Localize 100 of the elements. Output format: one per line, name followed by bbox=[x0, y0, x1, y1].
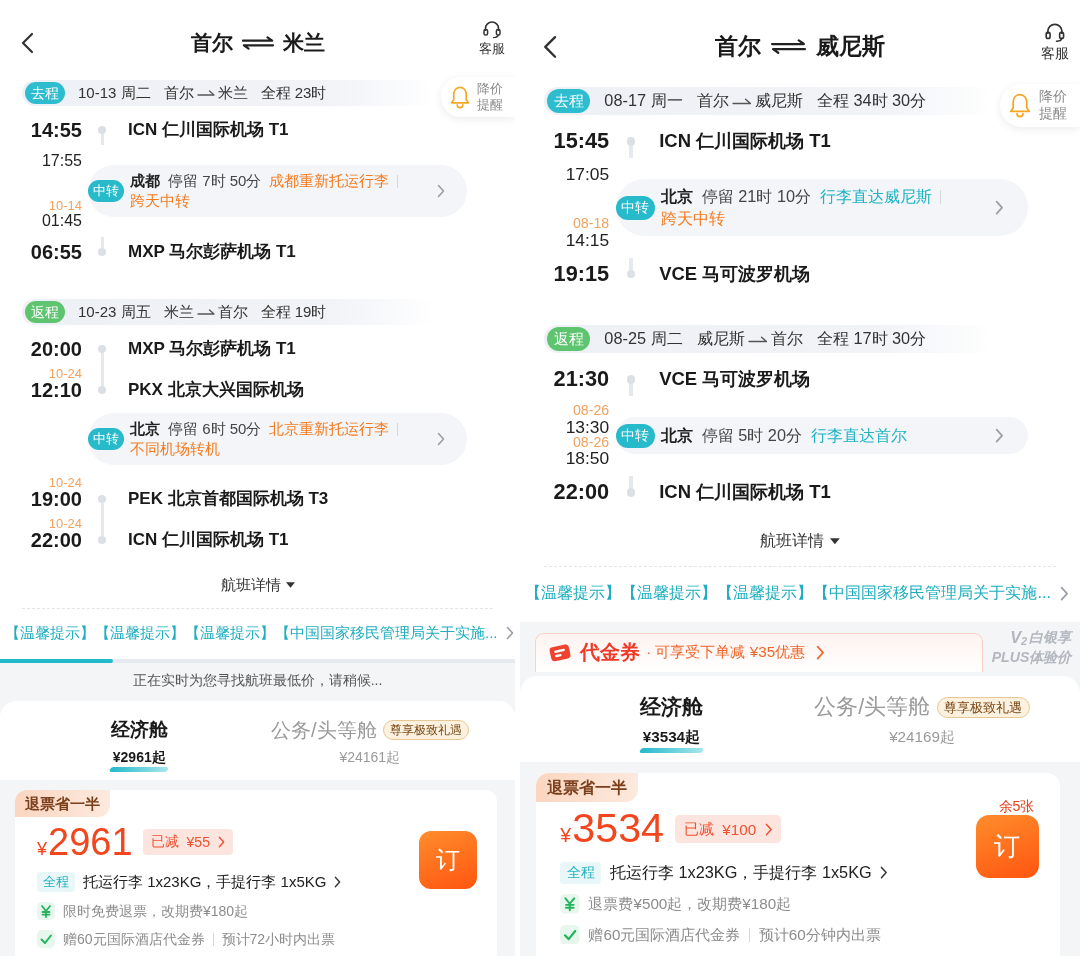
baggage-allowance-link[interactable]: 全程 托运行李 1x23KG，手提行李 1x5KG bbox=[560, 860, 888, 885]
transfer-note: 行李直达威尼斯 bbox=[819, 185, 932, 207]
bell-icon bbox=[1008, 92, 1033, 119]
tab-indicator bbox=[638, 747, 704, 754]
airport-name: MXP 马尔彭萨机场 T1 bbox=[127, 338, 296, 360]
timeline-dot-icon bbox=[626, 137, 636, 146]
destination-city-title: 米兰 bbox=[282, 30, 325, 56]
date-label: 10-24 bbox=[48, 518, 82, 530]
flight-time: 22:00 bbox=[30, 529, 82, 551]
leg-duration: 全程 19时 bbox=[260, 302, 327, 322]
airport-name: ICN 仁川国际机场 T1 bbox=[658, 480, 831, 505]
leg-date: 10-13 周二 bbox=[78, 83, 151, 103]
transfer-note: 成都重新托运行李 bbox=[269, 171, 390, 191]
date-label: 10-24 bbox=[48, 368, 82, 380]
timeline-dot-icon bbox=[98, 386, 106, 394]
transfer-city: 北京 bbox=[661, 185, 694, 207]
transfer-note: 跨天中转 bbox=[130, 191, 190, 211]
caret-down-icon bbox=[829, 538, 840, 545]
chevron-right-icon bbox=[505, 626, 514, 640]
flight-time: 14:55 bbox=[30, 119, 82, 141]
transfer-card[interactable]: 中转 北京 停留 5时 20分 行李直达首尔 bbox=[615, 417, 1028, 455]
transfer-note: 跨天中转 bbox=[661, 207, 726, 229]
cabin-tab[interactable]: 经济舱 ¥3534起 bbox=[639, 693, 703, 754]
transfer-badge: 中转 bbox=[615, 423, 655, 448]
loading-message: 正在实时为您寻找航班最低价，请稍候... bbox=[132, 671, 383, 689]
price-alert-button[interactable]: 降价提醒 bbox=[441, 77, 515, 117]
transfer-city: 北京 bbox=[130, 419, 160, 439]
check-icon bbox=[560, 924, 580, 945]
chevron-right-icon bbox=[1059, 585, 1069, 601]
back-icon[interactable] bbox=[541, 34, 557, 59]
origin-city-title: 首尔 bbox=[715, 32, 762, 62]
timeline-dot-icon bbox=[626, 375, 636, 384]
flight-time: 20:00 bbox=[30, 338, 82, 360]
transfer-card[interactable]: 中转 北京 停留 21时 10分 行李直达威尼斯 跨天中转 bbox=[615, 179, 1028, 236]
route-destination: 首尔 bbox=[770, 328, 803, 350]
leg-date: 08-17 周一 bbox=[604, 90, 683, 112]
member-level-text: 白银享 bbox=[1029, 628, 1072, 648]
perk-text: 赠60元国际酒店代金券 bbox=[63, 930, 205, 949]
perk-text: 赠60元国际酒店代金券 bbox=[588, 924, 741, 945]
flight-time: 22:00 bbox=[553, 480, 610, 505]
perk-text: 预计72小时内出票 bbox=[221, 930, 336, 949]
route-destination: 米兰 bbox=[217, 83, 248, 103]
perk-text: 退票费¥500起，改期费¥180起 bbox=[588, 894, 792, 915]
timeline-dot-icon bbox=[98, 248, 106, 256]
route-destination: 首尔 bbox=[217, 302, 248, 322]
flight-details-toggle[interactable]: 航班详情 bbox=[760, 530, 840, 553]
leg-tag: 去程 bbox=[25, 82, 65, 104]
flight-time: 21:30 bbox=[553, 367, 610, 392]
perk-text: 限时免费退票，改期费¥180起 bbox=[63, 902, 249, 921]
transfer-card[interactable]: 中转 北京 停留 6时 50分 北京重新托运行李 不同机场转机 bbox=[88, 413, 467, 465]
cabin-tab[interactable]: 公务/头等舱 尊享极致礼遇 ¥24161起 bbox=[270, 717, 469, 772]
leg-duration: 全程 17时 30分 bbox=[816, 328, 927, 350]
airport-name: ICN 仁川国际机场 T1 bbox=[658, 129, 831, 154]
back-icon[interactable] bbox=[20, 32, 34, 54]
customer-service-button[interactable]: 客服 bbox=[479, 19, 505, 57]
leg-date: 08-25 周二 bbox=[604, 328, 683, 350]
transfer-note: 行李直达首尔 bbox=[810, 425, 907, 446]
route-origin: 威尼斯 bbox=[696, 328, 745, 350]
timeline-dot-icon bbox=[98, 345, 106, 353]
transfer-card[interactable]: 中转 成都 停留 7时 50分 成都重新托运行李 跨天中转 bbox=[88, 165, 467, 217]
layover-duration: 停留 21时 10分 bbox=[701, 185, 812, 207]
price-alert-button[interactable]: 降价提醒 bbox=[999, 83, 1080, 128]
airport-name: MXP 马尔彭萨机场 T1 bbox=[127, 241, 296, 263]
cabin-tab[interactable]: 经济舱 ¥2961起 bbox=[110, 717, 169, 772]
headset-icon bbox=[482, 19, 502, 39]
chevron-right-icon bbox=[995, 428, 1004, 444]
transfer-note: 不同机场转机 bbox=[130, 439, 220, 459]
route-origin: 首尔 bbox=[163, 83, 194, 103]
departure-time: 14:15 bbox=[565, 231, 610, 249]
timeline-dot-icon bbox=[98, 126, 106, 134]
flight-time: 19:00 bbox=[30, 488, 82, 510]
privilege-badge: 尊享极致礼遇 bbox=[382, 720, 469, 740]
cabin-tab[interactable]: 公务/头等舱 尊享极致礼遇 ¥24169起 bbox=[814, 693, 1030, 754]
chevron-right-icon bbox=[995, 200, 1004, 216]
customer-service-button[interactable]: 客服 bbox=[1041, 20, 1070, 62]
privilege-badge: 尊享极致礼遇 bbox=[936, 696, 1030, 719]
transfer-city: 北京 bbox=[661, 425, 694, 446]
date-label: 10-24 bbox=[48, 477, 82, 489]
timeline-dot-icon bbox=[98, 495, 106, 503]
coupon-banner[interactable]: 代金券 · 可享受下单减 ¥35优惠 bbox=[535, 632, 983, 672]
timeline-dot-icon bbox=[626, 269, 636, 279]
layover-duration: 停留 5时 20分 bbox=[701, 425, 802, 446]
refund-promo-tag: 退票省一半 bbox=[536, 772, 638, 803]
headset-icon bbox=[1044, 20, 1066, 43]
timeline-dot-icon bbox=[626, 488, 636, 497]
leg-date: 10-23 周五 bbox=[78, 302, 151, 322]
leg-tag: 去程 bbox=[547, 89, 591, 114]
destination-city-title: 威尼斯 bbox=[815, 32, 885, 62]
departure-time: 01:45 bbox=[41, 213, 82, 229]
refund-promo-tag: 退票省一半 bbox=[15, 790, 110, 817]
layover-duration: 停留 7时 50分 bbox=[168, 171, 262, 191]
flight-time: 06:55 bbox=[30, 241, 82, 263]
airport-name: VCE 马可波罗机场 bbox=[658, 262, 811, 286]
date-label: 10-14 bbox=[48, 200, 82, 212]
transfer-city: 成都 bbox=[130, 171, 160, 191]
flight-details-toggle[interactable]: 航班详情 bbox=[220, 575, 295, 595]
member-price-text: PLUS体验价 bbox=[991, 647, 1072, 667]
baggage-allowance-link[interactable]: 全程 托运行李 1x23KG，手提行李 1x5KG bbox=[37, 871, 342, 893]
baggage-scope-tag: 全程 bbox=[560, 861, 602, 884]
departure-time: 18:50 bbox=[565, 450, 610, 468]
